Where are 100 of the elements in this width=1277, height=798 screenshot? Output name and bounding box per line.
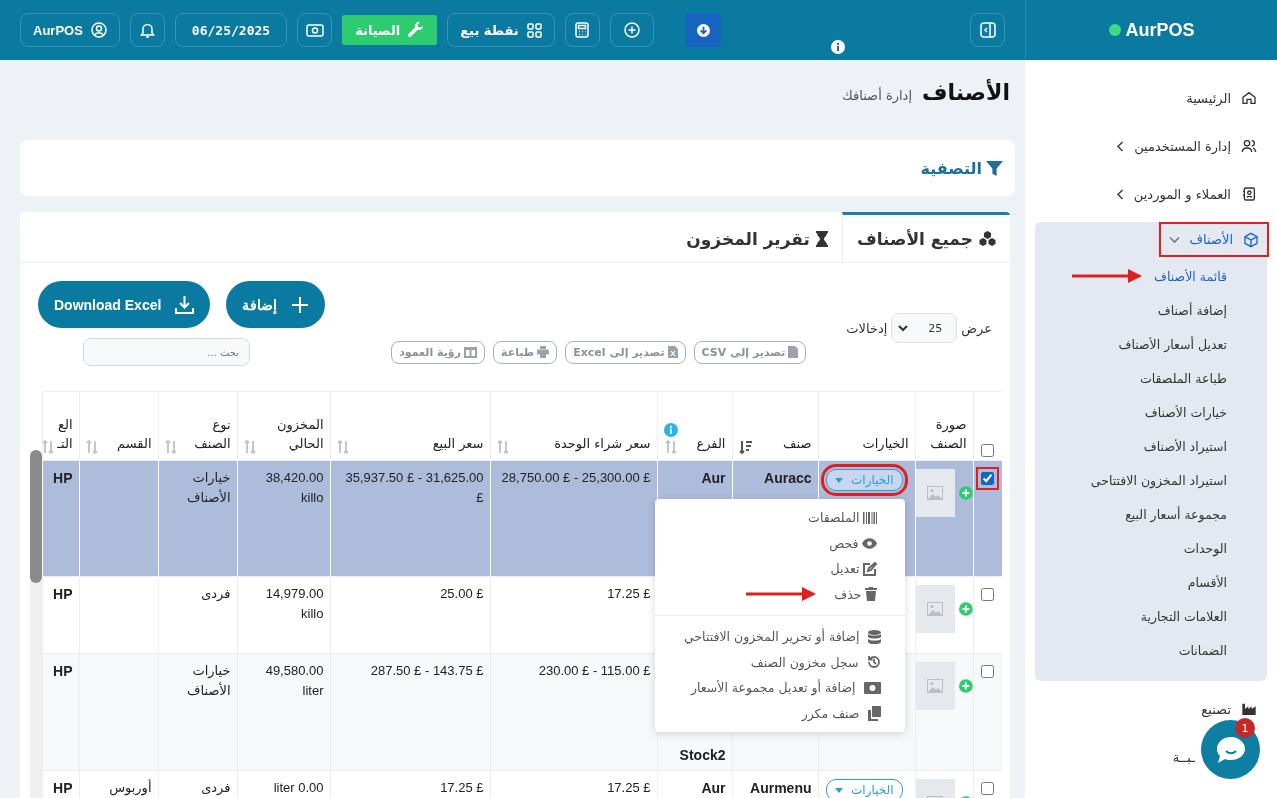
banknote-icon bbox=[863, 681, 881, 694]
table-cell-text: 49,580.00 liter bbox=[264, 662, 324, 700]
chevron-left-icon bbox=[1116, 140, 1125, 152]
table-cell: Aurmenu bbox=[750, 780, 812, 796]
column-title: المخزون الحالي bbox=[276, 416, 324, 454]
sidebar-item[interactable]: إدارة المستخدمين bbox=[1035, 122, 1267, 170]
select-all-checkbox[interactable] bbox=[981, 444, 995, 457]
download-icon bbox=[175, 295, 195, 314]
menu-item[interactable]: فحص bbox=[829, 535, 877, 551]
page-length-select[interactable]: 25 bbox=[891, 313, 958, 343]
tab[interactable]: جميع الأصناف bbox=[841, 212, 1010, 262]
calculator-icon bbox=[575, 22, 590, 38]
factory-icon bbox=[1241, 701, 1257, 717]
home-icon bbox=[1241, 90, 1257, 106]
eye-icon bbox=[861, 537, 877, 549]
history-icon bbox=[866, 655, 881, 670]
table-cell-text: liter 0.00 bbox=[272, 779, 324, 797]
download-excel-button[interactable]: Download Excel bbox=[38, 281, 211, 328]
printer-icon bbox=[537, 346, 550, 358]
box-icon bbox=[1243, 231, 1259, 248]
table-cell: Aur bbox=[701, 470, 726, 486]
file-icon bbox=[788, 346, 799, 358]
add-button[interactable] bbox=[609, 13, 654, 47]
column-title: صنف bbox=[783, 435, 812, 454]
scrollbar[interactable] bbox=[29, 450, 42, 798]
menu-item[interactable]: تعديل bbox=[830, 561, 877, 577]
table-cell-text: 14,979.00 killo bbox=[264, 585, 324, 623]
table-cell: فردى bbox=[201, 780, 231, 795]
sort-descending-icon[interactable] bbox=[738, 440, 753, 454]
tab[interactable]: تقرير المخزون bbox=[672, 212, 842, 262]
table-cell: Auracc bbox=[764, 470, 812, 486]
table-cell-text: 17.25 £ bbox=[607, 585, 651, 603]
user-icon bbox=[90, 22, 107, 38]
add-image-icon[interactable] bbox=[958, 679, 973, 693]
menu-item[interactable]: إضافة أو تعديل مجموعة الأسعار bbox=[690, 680, 881, 696]
table-cell-text: 38,420.00 killo bbox=[264, 469, 324, 507]
entries-label: إدخالات bbox=[846, 320, 888, 336]
search-field[interactable]: بحث ... bbox=[83, 338, 250, 366]
sidebar-subitem[interactable]: استيراد المخزون الافتتاحى bbox=[1090, 472, 1227, 488]
column-title: الفرع bbox=[696, 435, 726, 454]
date-button[interactable]: 06/25/2025 bbox=[174, 13, 288, 47]
scrollbar-thumb[interactable] bbox=[29, 450, 42, 583]
excel-file-icon bbox=[667, 346, 678, 358]
table-cell-text: 17.25 £ bbox=[607, 779, 651, 797]
menu-item[interactable]: سجل مخزون الصنف bbox=[750, 654, 881, 670]
sidebar-subitem[interactable]: الضمانات bbox=[1178, 642, 1227, 658]
download-button[interactable] bbox=[685, 13, 721, 47]
sidebar-toggle-button[interactable] bbox=[970, 13, 1005, 47]
add-image-icon[interactable] bbox=[958, 602, 973, 616]
menu-item[interactable]: إضافة أو تحرير المخزون الافتتاحي bbox=[683, 629, 881, 645]
table-cell: HP bbox=[53, 780, 73, 796]
sidebar-item[interactable]: العملاء و الموردين bbox=[1035, 170, 1267, 218]
table-cell: خيارات الأصناف bbox=[187, 470, 231, 505]
table-cell-text: 28,750.00 £ - 25,300.00 £ bbox=[501, 469, 651, 487]
table-cell-text: 35,937.50 £ - 31,625.00 £ bbox=[344, 469, 484, 507]
bell-icon bbox=[139, 22, 155, 38]
sidebar-subitem[interactable]: مجموعة أسعار البيع bbox=[1125, 506, 1227, 522]
calculator-button[interactable] bbox=[564, 13, 600, 47]
menu-item[interactable]: صنف مكرر bbox=[801, 705, 881, 721]
filter-icon bbox=[986, 159, 1003, 177]
filter-toggle[interactable]: التصفية bbox=[920, 158, 1003, 178]
sidebar-subitem[interactable]: الأقسام bbox=[1187, 574, 1227, 590]
sidebar-subitem[interactable]: خيارات الأصناف bbox=[1144, 404, 1227, 420]
table-cell: HP bbox=[53, 663, 73, 679]
database-icon bbox=[867, 629, 881, 644]
brand-name[interactable]: AurPOS bbox=[1108, 19, 1195, 41]
sidebar-subitem[interactable]: الوحدات bbox=[1183, 540, 1227, 556]
sidebar-subitem[interactable]: طباعة الملصقات bbox=[1139, 370, 1227, 386]
row-checkbox[interactable] bbox=[981, 665, 995, 678]
row-checkbox[interactable] bbox=[981, 472, 995, 485]
table-cell: Stock2 bbox=[679, 747, 726, 763]
grid-icon bbox=[526, 22, 542, 38]
notifications-button[interactable] bbox=[129, 13, 165, 47]
add-image-icon[interactable] bbox=[958, 486, 973, 500]
sidebar-subitem[interactable]: العلامات التجارية bbox=[1140, 608, 1227, 624]
sidebar-subitem[interactable]: تعديل أسعار الأصناف bbox=[1118, 336, 1227, 352]
row-checkbox[interactable] bbox=[981, 588, 995, 601]
user-button[interactable]: AurPOS bbox=[20, 13, 120, 47]
cash-button[interactable] bbox=[297, 13, 333, 47]
info-icon[interactable] bbox=[663, 423, 678, 437]
chevron-down-icon bbox=[898, 324, 909, 332]
column-title: الع التـ bbox=[57, 416, 73, 454]
table-cell-text: 17.25 £ bbox=[440, 779, 484, 797]
barcode-icon bbox=[862, 511, 877, 524]
menu-item[interactable]: حذف bbox=[834, 586, 877, 602]
caret-icon bbox=[835, 787, 844, 793]
sidebar-item[interactable]: الأصناف bbox=[1160, 224, 1267, 255]
menu-item[interactable]: الملصقات bbox=[808, 510, 877, 526]
column-title: سعر شراء الوحدة bbox=[554, 435, 651, 454]
pos-button[interactable]: نقطة بيع bbox=[447, 13, 555, 47]
banknote-icon bbox=[305, 23, 324, 37]
sidebar-item[interactable]: الرئيسية bbox=[1176, 83, 1267, 113]
sidebar-subitem[interactable]: استيراد الأصناف bbox=[1143, 438, 1227, 454]
sidebar-subitem[interactable]: إضافة أصناف bbox=[1157, 302, 1227, 318]
sidebar-toggle-icon bbox=[979, 22, 996, 38]
sidebar-subitem[interactable]: قائمة الأصناف bbox=[1154, 268, 1227, 284]
add-button[interactable]: إضافة bbox=[226, 281, 326, 328]
table-cell-text: 287.50 £ - 143.75 £ bbox=[370, 662, 484, 680]
info-icon[interactable] bbox=[831, 40, 845, 54]
row-checkbox[interactable] bbox=[981, 782, 995, 795]
